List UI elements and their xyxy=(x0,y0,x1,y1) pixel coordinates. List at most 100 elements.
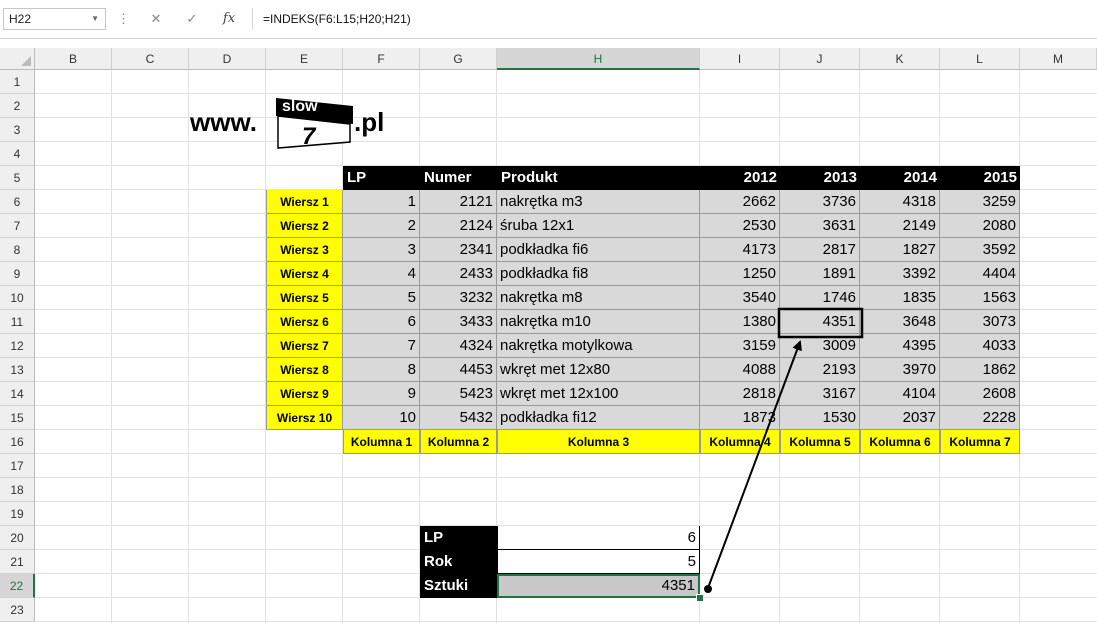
row-header-13[interactable]: 13 xyxy=(0,358,35,382)
table-cell[interactable]: nakrętka m8 xyxy=(497,286,700,310)
row-header-22[interactable]: 22 xyxy=(0,574,35,598)
table-cell[interactable]: 2433 xyxy=(420,262,497,286)
row-label[interactable]: Wiersz 9 xyxy=(266,382,343,406)
table-cell[interactable]: 2080 xyxy=(940,214,1020,238)
table-cell[interactable]: 1 xyxy=(343,190,420,214)
table-cell[interactable]: 3232 xyxy=(420,286,497,310)
row-header-1[interactable]: 1 xyxy=(0,70,35,94)
lookup-value[interactable]: 6 xyxy=(497,526,700,550)
table-cell[interactable]: 3736 xyxy=(780,190,860,214)
row-header-8[interactable]: 8 xyxy=(0,238,35,262)
row-header-5[interactable]: 5 xyxy=(0,166,35,190)
table-cell[interactable]: 4088 xyxy=(700,358,780,382)
row-header-20[interactable]: 20 xyxy=(0,526,35,550)
table-cell[interactable]: 2 xyxy=(343,214,420,238)
table-cell[interactable]: 3159 xyxy=(700,334,780,358)
row-header-11[interactable]: 11 xyxy=(0,310,35,334)
column-header-c[interactable]: C xyxy=(112,48,189,70)
table-cell[interactable]: 4404 xyxy=(940,262,1020,286)
table-cell[interactable]: nakrętka motylkowa xyxy=(497,334,700,358)
spreadsheet-grid[interactable]: B C D E F G H I J K L M 1 2 3 4 5 6 7 8 9 10 11 12 13 14 15 16 17 18 1… xyxy=(0,0,1097,623)
active-cell[interactable]: 4351 xyxy=(497,574,700,598)
table-cell[interactable]: 9 xyxy=(343,382,420,406)
table-cell[interactable]: 2608 xyxy=(940,382,1020,406)
table-cell[interactable]: nakrętka m3 xyxy=(497,190,700,214)
row-header-19[interactable]: 19 xyxy=(0,502,35,526)
table-cell[interactable]: 1380 xyxy=(700,310,780,334)
column-header-k[interactable]: K xyxy=(860,48,940,70)
table-cell[interactable]: 2530 xyxy=(700,214,780,238)
row-header-12[interactable]: 12 xyxy=(0,334,35,358)
column-header-f[interactable]: F xyxy=(343,48,420,70)
table-cell[interactable]: 6 xyxy=(343,310,420,334)
row-label[interactable]: Wiersz 5 xyxy=(266,286,343,310)
select-all-corner[interactable] xyxy=(0,48,35,70)
fill-handle[interactable] xyxy=(696,594,704,602)
row-header-6[interactable]: 6 xyxy=(0,190,35,214)
table-header-cell[interactable]: LP xyxy=(343,166,420,190)
row-label[interactable]: Wiersz 8 xyxy=(266,358,343,382)
table-cell[interactable]: 1250 xyxy=(700,262,780,286)
lookup-label[interactable]: Sztuki xyxy=(420,574,497,598)
table-cell[interactable]: 2193 xyxy=(780,358,860,382)
row-label[interactable]: Wiersz 6 xyxy=(266,310,343,334)
column-label[interactable]: Kolumna 5 xyxy=(780,430,860,454)
row-label[interactable]: Wiersz 7 xyxy=(266,334,343,358)
table-cell[interactable]: 2037 xyxy=(860,406,940,430)
table-header-cell[interactable]: Produkt xyxy=(497,166,700,190)
table-cell[interactable]: 4 xyxy=(343,262,420,286)
table-cell[interactable]: 2228 xyxy=(940,406,1020,430)
table-cell[interactable]: 1746 xyxy=(780,286,860,310)
table-cell[interactable]: 1862 xyxy=(940,358,1020,382)
table-cell[interactable]: podkładka fi6 xyxy=(497,238,700,262)
table-cell[interactable]: 3009 xyxy=(780,334,860,358)
table-cell[interactable]: 1891 xyxy=(780,262,860,286)
row-label[interactable]: Wiersz 10 xyxy=(266,406,343,430)
table-cell[interactable]: 3167 xyxy=(780,382,860,406)
table-cell[interactable]: 3259 xyxy=(940,190,1020,214)
table-cell[interactable]: 1873 xyxy=(700,406,780,430)
row-label[interactable]: Wiersz 4 xyxy=(266,262,343,286)
row-header-15[interactable]: 15 xyxy=(0,406,35,430)
table-cell[interactable]: 4453 xyxy=(420,358,497,382)
table-cell[interactable]: 4033 xyxy=(940,334,1020,358)
row-header-3[interactable]: 3 xyxy=(0,118,35,142)
table-cell[interactable]: śruba 12x1 xyxy=(497,214,700,238)
row-header-14[interactable]: 14 xyxy=(0,382,35,406)
table-cell[interactable]: 3433 xyxy=(420,310,497,334)
row-header-17[interactable]: 17 xyxy=(0,454,35,478)
table-cell[interactable]: 2818 xyxy=(700,382,780,406)
table-cell[interactable]: 3392 xyxy=(860,262,940,286)
row-header-10[interactable]: 10 xyxy=(0,286,35,310)
table-cell[interactable]: wkręt met 12x80 xyxy=(497,358,700,382)
table-cell[interactable]: 2149 xyxy=(860,214,940,238)
table-cell[interactable]: 5432 xyxy=(420,406,497,430)
table-cell[interactable]: 1827 xyxy=(860,238,940,262)
column-label[interactable]: Kolumna 7 xyxy=(940,430,1020,454)
column-label[interactable]: Kolumna 6 xyxy=(860,430,940,454)
table-header-cell[interactable]: 2013 xyxy=(780,166,860,190)
table-cell[interactable]: 8 xyxy=(343,358,420,382)
lookup-value[interactable]: 5 xyxy=(497,550,700,574)
table-cell[interactable]: 4324 xyxy=(420,334,497,358)
table-cell[interactable]: 2121 xyxy=(420,190,497,214)
row-header-21[interactable]: 21 xyxy=(0,550,35,574)
column-header-d[interactable]: D xyxy=(189,48,266,70)
column-label[interactable]: Kolumna 4 xyxy=(700,430,780,454)
column-header-h[interactable]: H xyxy=(497,48,700,70)
table-cell[interactable]: 4351 xyxy=(780,310,860,334)
column-header-i[interactable]: I xyxy=(700,48,780,70)
table-cell[interactable]: 3592 xyxy=(940,238,1020,262)
lookup-label[interactable]: Rok xyxy=(420,550,497,574)
table-cell[interactable]: 1563 xyxy=(940,286,1020,310)
table-cell[interactable]: 3648 xyxy=(860,310,940,334)
row-header-9[interactable]: 9 xyxy=(0,262,35,286)
table-cell[interactable]: 3970 xyxy=(860,358,940,382)
table-cell[interactable]: 5 xyxy=(343,286,420,310)
table-header-cell[interactable]: 2014 xyxy=(860,166,940,190)
column-label[interactable]: Kolumna 1 xyxy=(343,430,420,454)
table-cell[interactable]: 10 xyxy=(343,406,420,430)
column-header-j[interactable]: J xyxy=(780,48,860,70)
row-header-18[interactable]: 18 xyxy=(0,478,35,502)
row-label[interactable]: Wiersz 3 xyxy=(266,238,343,262)
